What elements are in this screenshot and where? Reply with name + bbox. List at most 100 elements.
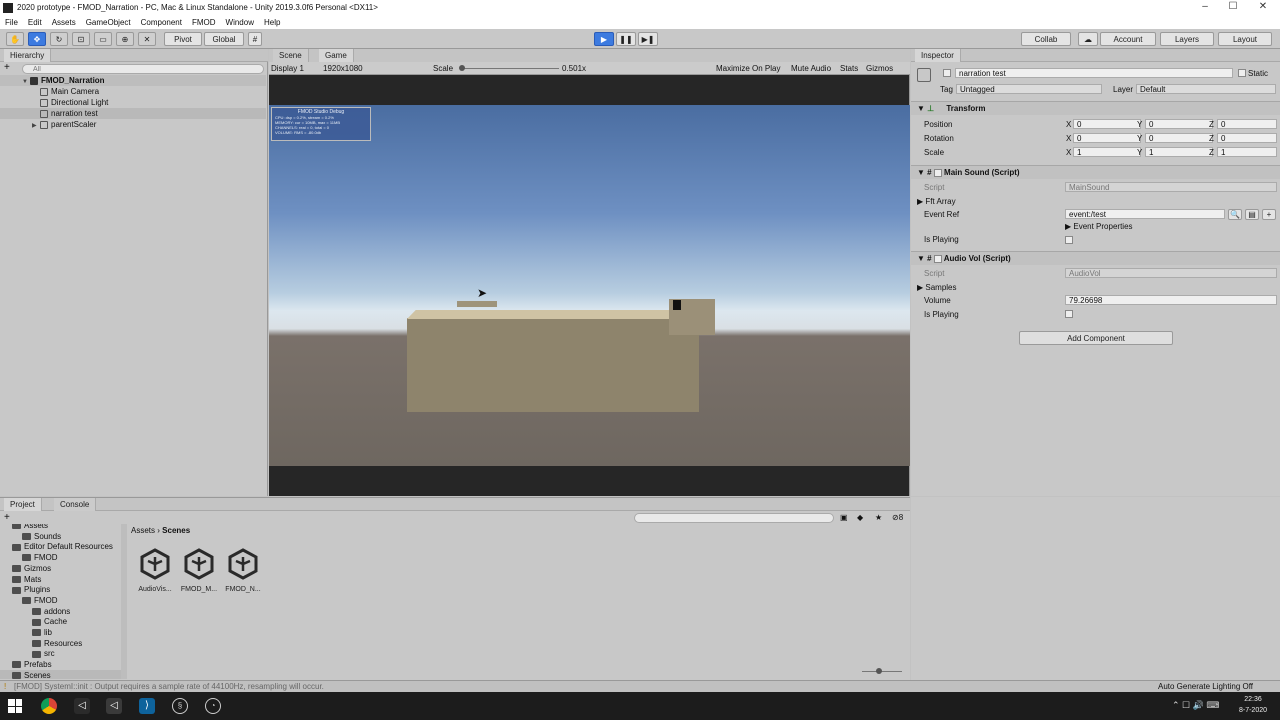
stats-toggle[interactable]: Stats — [840, 64, 858, 73]
hierarchy-search-input[interactable] — [22, 64, 264, 74]
transform-tool-icon[interactable]: ⊕ — [116, 32, 134, 46]
position-y-field[interactable]: 0 — [1145, 119, 1213, 129]
windows-start-icon[interactable] — [8, 699, 22, 713]
layers-dropdown[interactable]: Layers — [1160, 32, 1214, 46]
hierarchy-item[interactable]: Directional Light — [0, 97, 266, 108]
create-icon[interactable]: + — [4, 63, 18, 74]
clock-date[interactable]: 8-7-2020 — [1236, 707, 1270, 714]
is-playing-checkbox[interactable] — [1065, 236, 1073, 244]
project-folder[interactable]: lib — [0, 627, 121, 638]
hierarchy-item[interactable]: ▶ parentScaler — [0, 119, 266, 130]
is-playing-checkbox[interactable] — [1065, 310, 1073, 318]
tab-console[interactable]: Console — [54, 498, 97, 511]
scale-slider[interactable] — [461, 68, 559, 69]
tab-hierarchy[interactable]: Hierarchy — [4, 49, 52, 62]
icon-size-slider[interactable] — [862, 671, 902, 672]
pause-button[interactable]: ❚❚ — [616, 32, 636, 46]
project-folder[interactable]: src — [0, 648, 121, 659]
position-x-field[interactable]: 0 — [1073, 119, 1141, 129]
icon-size-slider-thumb[interactable] — [876, 668, 882, 674]
resolution-dropdown[interactable]: 1920x1080 — [323, 64, 363, 73]
project-folder[interactable]: addons — [0, 606, 121, 617]
scene-asset[interactable]: AudioVis... — [134, 548, 176, 593]
scale-z-field[interactable]: 1 — [1217, 147, 1277, 157]
maximize-button[interactable]: ☐ — [1218, 0, 1248, 15]
search-icon[interactable]: 🔍 — [1228, 209, 1242, 220]
tab-scene[interactable]: Scene — [273, 49, 309, 62]
obs-icon[interactable]: ◔ — [205, 698, 221, 714]
component-enabled-checkbox[interactable] — [933, 168, 942, 177]
unity-hub-icon[interactable]: ◁ — [74, 698, 90, 714]
hierarchy-item-selected[interactable]: narration test — [0, 108, 266, 119]
component-enabled-checkbox[interactable] — [933, 254, 942, 263]
chrome-icon[interactable] — [41, 698, 57, 714]
menu-help[interactable]: Help — [264, 18, 280, 27]
expand-icon[interactable]: ▼ — [917, 254, 927, 263]
active-checkbox[interactable] — [943, 69, 951, 77]
expand-icon[interactable]: ▼ — [917, 104, 927, 113]
tab-game[interactable]: Game — [319, 49, 354, 62]
cloud-icon[interactable]: ☁ — [1078, 32, 1098, 46]
scale-tool-icon[interactable]: ⊡ — [72, 32, 90, 46]
pivot-toggle[interactable]: Pivot — [164, 32, 202, 46]
project-folder[interactable]: Cache — [0, 616, 121, 627]
menu-window[interactable]: Window — [226, 18, 254, 27]
gizmos-dropdown[interactable]: Gizmos — [866, 64, 893, 73]
object-name-field[interactable]: narration test — [955, 68, 1233, 78]
close-button[interactable]: ✕ — [1248, 0, 1278, 15]
event-properties-foldout[interactable]: ▶ Event Properties — [1065, 222, 1133, 231]
scene-asset[interactable]: FMOD_N... — [222, 548, 264, 593]
position-z-field[interactable]: 0 — [1217, 119, 1277, 129]
maximize-on-play-toggle[interactable]: Maximize On Play — [716, 64, 780, 73]
breadcrumb-assets[interactable]: Assets — [131, 526, 155, 535]
tab-project[interactable]: Project — [4, 498, 42, 511]
volume-field[interactable]: 79.26698 — [1065, 295, 1277, 305]
step-button[interactable]: ▶❚ — [638, 32, 658, 46]
scene-asset[interactable]: FMOD_M... — [178, 548, 220, 593]
vscode-icon[interactable]: ⟩ — [139, 698, 155, 714]
rotation-x-field[interactable]: 0 — [1073, 133, 1141, 143]
favorite-icon[interactable]: ★ — [875, 513, 882, 522]
fmod-studio-icon[interactable]: § — [172, 698, 188, 714]
layout-dropdown[interactable]: Layout — [1218, 32, 1272, 46]
game-viewport[interactable]: FMOD Studio Debug CPU: dsp = 0.2%, strea… — [269, 105, 910, 466]
lighting-status[interactable]: Auto Generate Lighting Off — [1158, 681, 1253, 692]
status-message[interactable]: [FMOD] SystemI::init : Output requires a… — [14, 681, 324, 692]
move-tool-icon[interactable]: ✥ — [28, 32, 46, 46]
global-toggle[interactable]: Global — [204, 32, 244, 46]
project-folder[interactable]: FMOD — [0, 552, 121, 563]
tray-icons[interactable]: ⌃ ☐ 🔊 ⌨ — [1172, 700, 1219, 711]
account-dropdown[interactable]: Account — [1100, 32, 1156, 46]
hidden-count-badge[interactable]: ⊘8 — [892, 513, 903, 522]
audio-vol-header[interactable]: ▼ # Audio Vol (Script) — [911, 251, 1280, 265]
main-sound-header[interactable]: ▼ # Main Sound (Script) — [911, 165, 1280, 179]
menu-assets[interactable]: Assets — [52, 18, 76, 27]
project-folder[interactable]: Gizmos — [0, 563, 121, 574]
expand-icon[interactable]: ▼ — [917, 168, 927, 177]
project-folder[interactable]: Sounds — [0, 531, 121, 542]
project-folder[interactable]: Prefabs — [0, 659, 121, 670]
play-button[interactable]: ▶ — [594, 32, 614, 46]
project-folder[interactable]: Mats — [0, 574, 121, 585]
samples-foldout[interactable]: ▶ Samples — [917, 283, 957, 292]
fft-array-foldout[interactable]: ▶ Fft Array — [917, 197, 956, 206]
project-folder[interactable]: FMOD — [0, 595, 121, 606]
event-ref-field[interactable]: event:/test — [1065, 209, 1225, 219]
static-checkbox[interactable] — [1238, 69, 1246, 77]
menu-fmod[interactable]: FMOD — [192, 18, 216, 27]
project-folder[interactable]: Resources — [0, 638, 121, 649]
transform-header[interactable]: ▼ ⊥ Transform — [911, 101, 1280, 115]
mute-audio-toggle[interactable]: Mute Audio — [791, 64, 831, 73]
rotate-tool-icon[interactable]: ↻ — [50, 32, 68, 46]
filter-label-icon[interactable]: ◆ — [857, 513, 863, 522]
collab-dropdown[interactable]: Collab — [1021, 32, 1071, 46]
clock-time[interactable]: 22:36 — [1236, 696, 1270, 703]
hierarchy-item[interactable]: Main Camera — [0, 86, 266, 97]
scale-x-field[interactable]: 1 — [1073, 147, 1141, 157]
scale-y-field[interactable]: 1 — [1145, 147, 1213, 157]
rotation-z-field[interactable]: 0 — [1217, 133, 1277, 143]
menu-file[interactable]: File — [5, 18, 18, 27]
project-folder[interactable]: Plugins — [0, 584, 121, 595]
layer-dropdown[interactable]: Default — [1136, 84, 1276, 94]
custom-tool-icon[interactable]: ✕ — [138, 32, 156, 46]
